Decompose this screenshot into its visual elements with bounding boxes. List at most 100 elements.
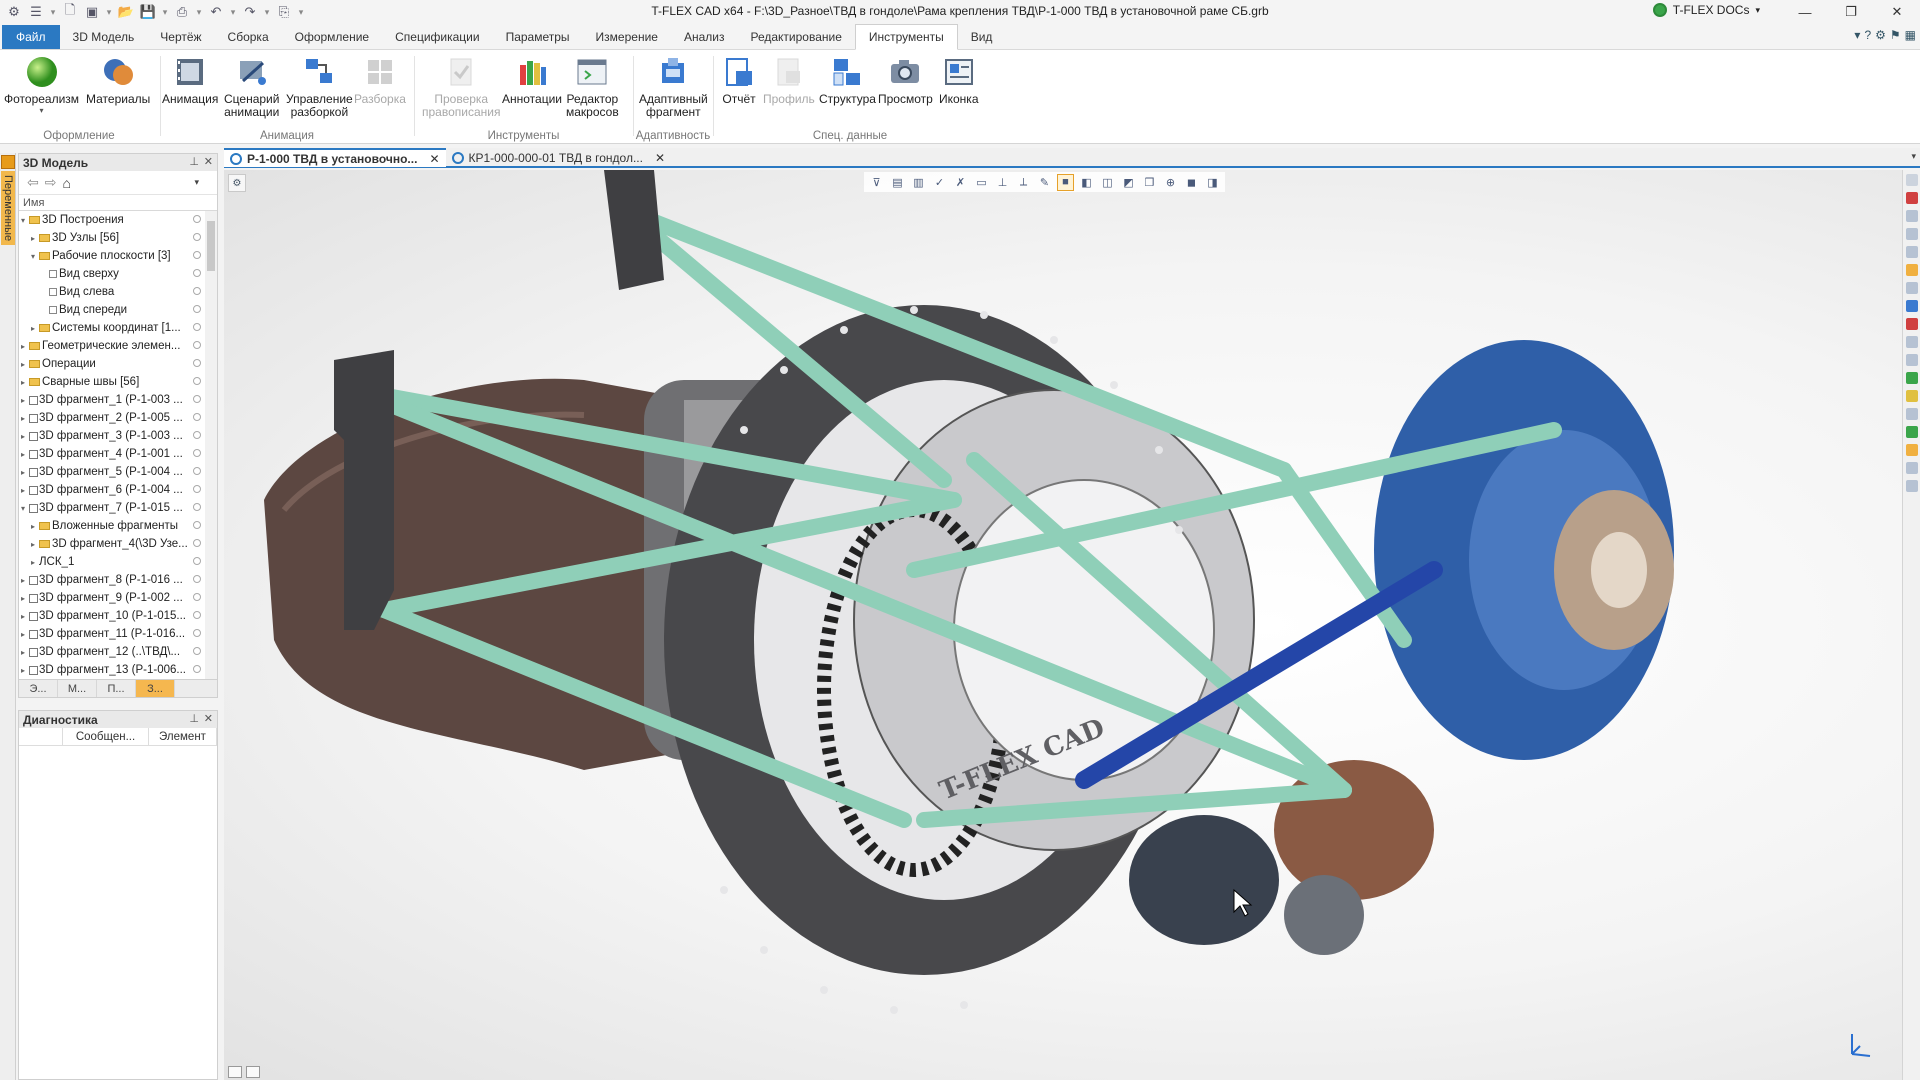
- tree-item[interactable]: ▸ 3D фрагмент_13 (Р-1-006...: [19, 661, 217, 679]
- collapse-arrow-icon[interactable]: ▸: [21, 432, 29, 441]
- visibility-icon[interactable]: [193, 557, 201, 565]
- layout-single-icon[interactable]: [228, 1066, 242, 1078]
- collapse-arrow-icon[interactable]: ▸: [21, 666, 29, 675]
- tree-item[interactable]: ▸ 3D фрагмент_8 (Р-1-016 ...: [19, 571, 217, 589]
- visibility-icon[interactable]: [193, 665, 201, 673]
- dropdown-arrow-icon[interactable]: ▾: [48, 3, 58, 21]
- minimize-button[interactable]: —: [1782, 0, 1828, 24]
- export-icon[interactable]: ⎘: [274, 3, 294, 21]
- hide-icon[interactable]: [1906, 336, 1918, 348]
- annotations-button[interactable]: Аннотации: [502, 54, 562, 106]
- print-icon[interactable]: ⎙: [172, 3, 192, 21]
- layout-split-icon[interactable]: [246, 1066, 260, 1078]
- highlight-icon[interactable]: [1906, 264, 1918, 276]
- close-tab-icon[interactable]: ✕: [655, 151, 665, 165]
- adaptive-fragment-button[interactable]: Адаптивный фрагмент: [639, 54, 708, 119]
- new-file-icon[interactable]: 🗋: [60, 2, 80, 21]
- report-button[interactable]: Отчёт: [721, 54, 757, 106]
- visibility-icon[interactable]: [193, 575, 201, 583]
- pin-icon[interactable]: ⊥: [189, 155, 199, 168]
- variables-side-tab[interactable]: Переменные: [0, 153, 16, 1080]
- box-select-icon[interactable]: ▭: [973, 174, 990, 191]
- body-select-icon[interactable]: ■: [1057, 173, 1074, 191]
- tree-item[interactable]: ▸ Операции: [19, 355, 217, 373]
- close-icon[interactable]: ✕: [204, 712, 213, 725]
- collapse-arrow-icon[interactable]: ▸: [31, 324, 39, 333]
- collapse-arrow-icon[interactable]: ▸: [21, 378, 29, 387]
- vertex-select-icon[interactable]: ◩: [1120, 174, 1137, 191]
- dropdown-arrow-icon[interactable]: ▾: [104, 3, 114, 21]
- doc-tab[interactable]: КР1-000-000-01 ТВД в гондол... ✕: [446, 148, 672, 167]
- collapse-arrow-icon[interactable]: ▸: [31, 540, 39, 549]
- collapse-arrow-icon[interactable]: ▸: [31, 234, 39, 243]
- axes-icon[interactable]: ⊥: [994, 174, 1011, 191]
- tab-measure[interactable]: Измерение: [583, 25, 671, 49]
- visibility-icon[interactable]: [193, 647, 201, 655]
- close-button[interactable]: ✕: [1874, 0, 1920, 24]
- visibility-icon[interactable]: [193, 215, 201, 223]
- visibility-icon[interactable]: [193, 233, 201, 241]
- tree-item[interactable]: ▸ 3D фрагмент_9 (Р-1-002 ...: [19, 589, 217, 607]
- collapse-arrow-icon[interactable]: ▸: [21, 360, 29, 369]
- cube-red-icon[interactable]: ◼: [1183, 174, 1200, 191]
- visibility-icon[interactable]: [193, 629, 201, 637]
- visibility-icon[interactable]: [193, 593, 201, 601]
- visibility-icon[interactable]: [193, 251, 201, 259]
- ribbon-options-icon[interactable]: ▾: [1854, 28, 1860, 42]
- tree-item[interactable]: ▾ Рабочие плоскости [3]: [19, 247, 217, 265]
- variables-tab-label[interactable]: Переменные: [1, 171, 15, 245]
- pin-icon[interactable]: ⊥: [189, 712, 199, 725]
- back-arrow-icon[interactable]: ⇦: [27, 174, 39, 191]
- tab-specifications[interactable]: Спецификации: [382, 25, 492, 49]
- visibility-icon[interactable]: [193, 431, 201, 439]
- column-message[interactable]: Сообщен...: [63, 728, 149, 745]
- doc-tab-active[interactable]: Р-1-000 ТВД в установочно... ✕: [224, 148, 446, 167]
- viewport-settings-icon[interactable]: ⚙: [228, 174, 246, 192]
- tree-item[interactable]: ▸ 3D фрагмент_2 (Р-1-005 ...: [19, 409, 217, 427]
- docs-connection[interactable]: T-FLEX DOCs ▾: [1652, 3, 1760, 17]
- materials-button[interactable]: Материалы: [86, 54, 150, 106]
- forward-arrow-icon[interactable]: ⇨: [45, 174, 57, 191]
- snap-icon[interactable]: ⊕: [1162, 174, 1179, 191]
- visibility-icon[interactable]: [193, 359, 201, 367]
- rotate-icon[interactable]: [1906, 282, 1918, 294]
- tree-item[interactable]: Вид спереди: [19, 301, 217, 319]
- expand-arrow-icon[interactable]: ▾: [21, 504, 29, 513]
- tree-item[interactable]: ▸ 3D фрагмент_5 (Р-1-004 ...: [19, 463, 217, 481]
- icon-button[interactable]: Иконка: [939, 54, 979, 106]
- tree-item[interactable]: ▸ Геометрические элемен...: [19, 337, 217, 355]
- tree-item[interactable]: ▾ 3D Построения: [19, 211, 217, 229]
- open-folder-icon[interactable]: 📂: [116, 3, 136, 21]
- visibility-icon[interactable]: [193, 485, 201, 493]
- tab-assembly[interactable]: Сборка: [215, 25, 282, 49]
- collapse-arrow-icon[interactable]: ▸: [31, 558, 39, 567]
- collapse-arrow-icon[interactable]: ▸: [21, 468, 29, 477]
- layout-icon[interactable]: ▦: [1905, 28, 1916, 42]
- tab-analysis[interactable]: Анализ: [671, 25, 738, 49]
- save-icon[interactable]: 💾: [138, 3, 158, 21]
- panel-tab-active[interactable]: З...: [136, 680, 175, 697]
- help-icon[interactable]: ?: [1864, 28, 1871, 42]
- tab-file[interactable]: Файл: [2, 25, 60, 49]
- customize-qat-icon[interactable]: ▾: [296, 3, 306, 21]
- structure-button[interactable]: Структура: [819, 54, 876, 106]
- settings-gear-icon[interactable]: ⚙: [1875, 28, 1886, 42]
- pencil-icon[interactable]: ✎: [1036, 174, 1053, 191]
- panel-tab[interactable]: П...: [97, 680, 136, 697]
- magnet-icon[interactable]: [1906, 192, 1918, 204]
- tree-item[interactable]: ▸ Сварные швы [56]: [19, 373, 217, 391]
- expand-arrow-icon[interactable]: ▾: [31, 252, 39, 261]
- face-select-icon[interactable]: ◧: [1078, 174, 1095, 191]
- collapse-arrow-icon[interactable]: ▸: [21, 630, 29, 639]
- tree-item[interactable]: ▸ 3D фрагмент_4 (Р-1-001 ...: [19, 445, 217, 463]
- notes-icon[interactable]: [1906, 444, 1918, 456]
- preview-button[interactable]: Просмотр: [878, 54, 933, 106]
- collapse-arrow-icon[interactable]: ▸: [21, 576, 29, 585]
- collapse-arrow-icon[interactable]: ▸: [21, 450, 29, 459]
- flag-icon[interactable]: ⚑: [1890, 28, 1901, 42]
- filter-edges-icon[interactable]: ▥: [910, 174, 927, 191]
- tab-view[interactable]: Вид: [958, 25, 1006, 49]
- collapse-arrow-icon[interactable]: ▸: [21, 648, 29, 657]
- close-tab-icon[interactable]: ✕: [429, 152, 439, 166]
- tab-parameters[interactable]: Параметры: [493, 25, 583, 49]
